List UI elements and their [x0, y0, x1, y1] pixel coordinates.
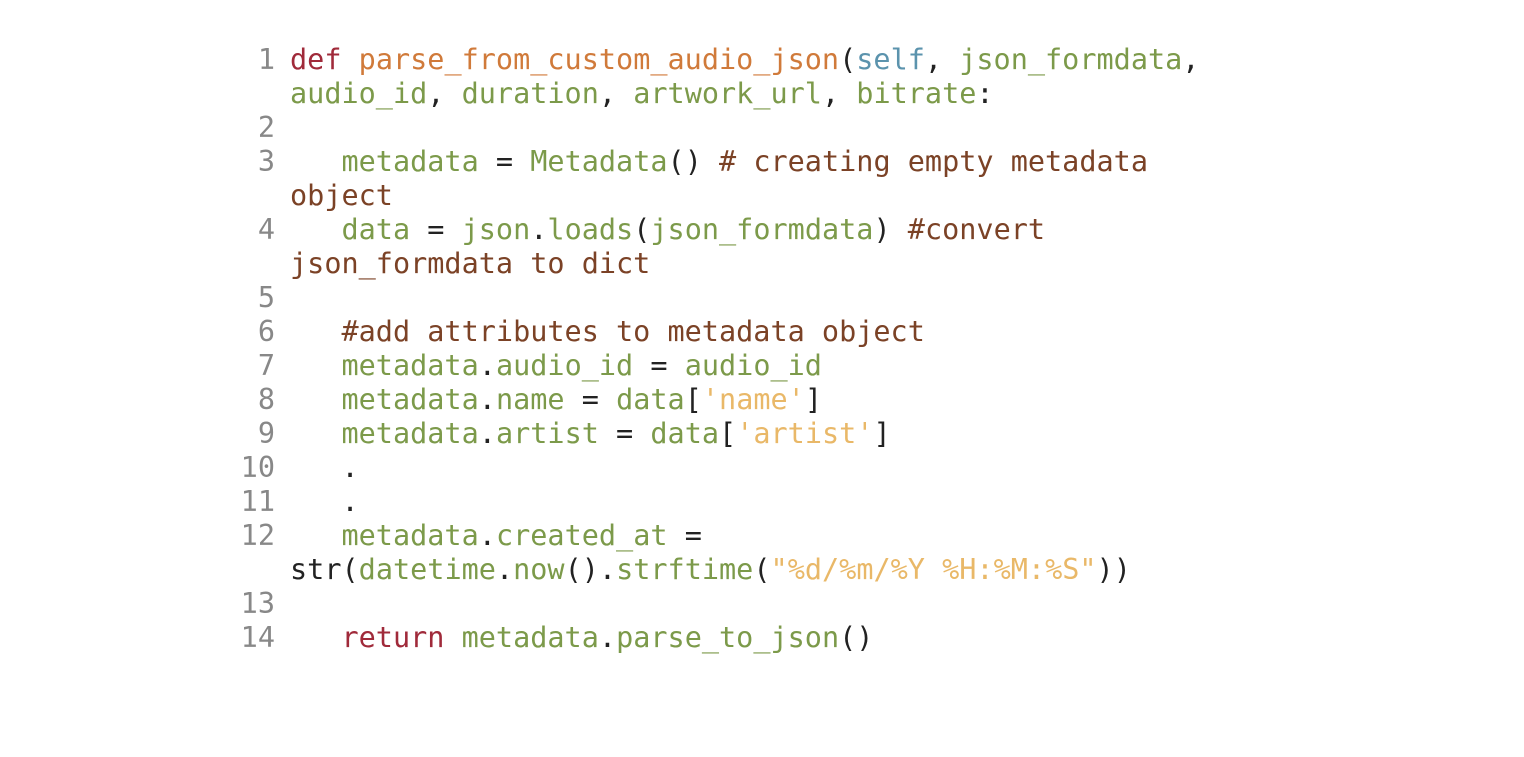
line-number: 8 [257, 383, 275, 416]
code-text: . [290, 451, 1250, 485]
code-line-14: 14 return metadata.parse_to_json() [0, 621, 1524, 655]
string-literal: 'name' [701, 383, 805, 416]
code-line-6: 6 #add attributes to metadata object [0, 315, 1524, 349]
class-name: Metadata [530, 145, 668, 178]
keyword: return [341, 621, 445, 654]
ellipsis-dot: . [341, 485, 359, 518]
code-text: metadata = Metadata() # creating empty m… [290, 145, 1166, 212]
builtin: str [290, 553, 342, 586]
module: datetime [358, 553, 496, 586]
string-literal: "%d/%m/%Y %H:%M:%S" [770, 553, 1097, 586]
code-line-9: 9 metadata.artist = data['artist'] [0, 417, 1524, 451]
code-line-5: 5 [0, 281, 1524, 315]
code-text: . [290, 485, 1250, 519]
code-line-1: 1 def parse_from_custom_audio_json(self,… [0, 43, 1524, 111]
line-number: 1 [257, 43, 275, 76]
param: bitrate [856, 77, 977, 110]
ellipsis-dot: . [341, 451, 359, 484]
code-text: def parse_from_custom_audio_json(self, j… [290, 43, 1217, 110]
function-call: parse_to_json [616, 621, 840, 654]
line-number: 14 [240, 621, 275, 654]
code-text: return metadata.parse_to_json() [341, 621, 874, 654]
attribute: name [495, 383, 565, 416]
object: metadata [341, 519, 479, 552]
code-line-7: 7 metadata.audio_id = audio_id [0, 349, 1524, 383]
line-number: 3 [257, 145, 275, 178]
object: metadata [341, 383, 479, 416]
attribute: audio_id [495, 349, 634, 382]
object: metadata [461, 621, 599, 654]
param: duration [461, 77, 599, 110]
param: audio_id [290, 77, 428, 110]
line-number: 9 [257, 417, 275, 450]
value: audio_id [684, 349, 822, 382]
param: json_formdata [959, 43, 1183, 76]
code-block: 1 def parse_from_custom_audio_json(self,… [0, 43, 1524, 655]
function-call: strftime [616, 553, 754, 586]
function-call: loads [547, 213, 634, 246]
code-line-8: 8 metadata.name = data['name'] [0, 383, 1524, 417]
line-number: 2 [257, 111, 275, 144]
variable: data [616, 383, 685, 416]
code-text: #add attributes to metadata object [290, 315, 1250, 349]
line-number: 7 [257, 349, 275, 382]
code-text: metadata.created_at = str(datetime.now()… [290, 519, 1131, 586]
variable: data [650, 417, 720, 450]
line-number: 10 [240, 451, 275, 484]
code-line-10: 10 . [0, 451, 1524, 485]
code-line-11: 11 . [0, 485, 1524, 519]
module: json [461, 213, 531, 246]
argument: json_formdata [650, 213, 874, 246]
function-name: parse_from_custom_audio_json [358, 43, 840, 76]
object: metadata [341, 417, 479, 450]
function-call: now [513, 553, 565, 586]
self-param: self [856, 43, 925, 76]
variable: data [341, 213, 411, 246]
code-line-2: 2 [0, 111, 1524, 145]
line-number: 4 [257, 213, 275, 246]
keyword: def [290, 43, 342, 76]
line-number: 6 [257, 315, 275, 348]
variable: metadata [341, 145, 479, 178]
line-number: 12 [240, 519, 275, 552]
code-line-3: 3 metadata = Metadata() # creating empty… [0, 145, 1524, 213]
comment: #add attributes to metadata object [341, 315, 925, 348]
attribute: created_at [495, 519, 668, 552]
param: artwork_url [633, 77, 822, 110]
code-text: metadata.artist = data['artist'] [341, 417, 891, 450]
string-literal: 'artist' [736, 417, 874, 450]
code-text: data = json.loads(json_formdata) #conver… [290, 213, 1063, 280]
attribute: artist [495, 417, 599, 450]
code-line-4: 4 data = json.loads(json_formdata) #conv… [0, 213, 1524, 281]
code-line-13: 13 [0, 587, 1524, 621]
code-text: metadata.name = data['name'] [341, 383, 822, 416]
line-number: 11 [240, 485, 275, 518]
line-number: 5 [257, 281, 275, 314]
code-line-12: 12 metadata.created_at = str(datetime.no… [0, 519, 1524, 587]
line-number: 13 [240, 587, 275, 620]
object: metadata [341, 349, 479, 382]
code-text: metadata.audio_id = audio_id [341, 349, 822, 382]
